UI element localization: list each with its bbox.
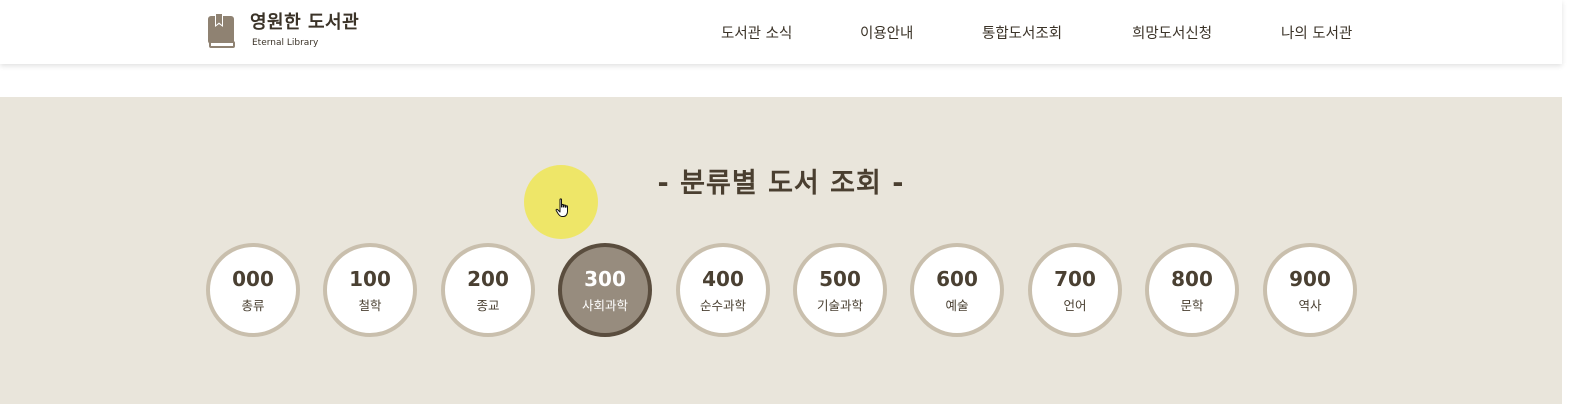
category-name: 역사 (1298, 297, 1322, 313)
book-icon (208, 13, 235, 48)
category-200-button[interactable]: 200 종교 (441, 243, 535, 337)
category-300-button[interactable]: 300 사회과학 (558, 243, 652, 337)
category-code: 000 (232, 266, 274, 291)
category-name: 언어 (1063, 297, 1087, 313)
section-title: - 분류별 도서 조회 - (657, 168, 905, 199)
logo-subtitle: Eternal Library (252, 38, 319, 48)
category-000-button[interactable]: 000 총류 (206, 243, 300, 337)
category-800-button[interactable]: 800 문학 (1145, 243, 1239, 337)
category-code: 800 (1171, 266, 1213, 291)
category-code: 100 (349, 266, 391, 291)
category-section: - 분류별 도서 조회 - 000 총류 100 철학 200 종교 300 사… (0, 97, 1562, 404)
nav-my-library[interactable]: 나의 도서관 (1281, 22, 1352, 43)
category-code: 500 (819, 266, 861, 291)
nav-book-request[interactable]: 희망도서신청 (1132, 22, 1212, 43)
category-600-button[interactable]: 600 예술 (910, 243, 1004, 337)
hand-pointer-icon (555, 198, 568, 217)
category-code: 300 (584, 266, 626, 291)
nav-library-news[interactable]: 도서관 소식 (721, 22, 792, 43)
category-name: 예술 (945, 297, 969, 313)
category-code: 200 (467, 266, 509, 291)
category-code: 700 (1054, 266, 1096, 291)
category-name: 순수과학 (699, 297, 746, 313)
category-code: 900 (1289, 266, 1331, 291)
category-name: 사회과학 (581, 297, 628, 313)
category-100-button[interactable]: 100 철학 (323, 243, 417, 337)
category-name: 철학 (358, 297, 382, 313)
category-700-button[interactable]: 700 언어 (1028, 243, 1122, 337)
window-edge (1562, 0, 1574, 404)
logo-link[interactable]: 영원한 도서관 Eternal Library (206, 13, 359, 49)
logo-title: 영원한 도서관 (250, 12, 360, 33)
category-name: 기술과학 (816, 297, 863, 313)
category-name: 문학 (1180, 297, 1204, 313)
category-code: 600 (936, 266, 978, 291)
category-name: 총류 (241, 297, 265, 313)
category-code: 400 (702, 266, 744, 291)
category-500-button[interactable]: 500 기술과학 (793, 243, 887, 337)
nav-usage-guide[interactable]: 이용안내 (860, 22, 913, 43)
category-900-button[interactable]: 900 역사 (1263, 243, 1357, 337)
category-400-button[interactable]: 400 순수과학 (676, 243, 770, 337)
nav-integrated-search[interactable]: 통합도서조회 (982, 22, 1062, 43)
category-name: 종교 (476, 297, 500, 313)
site-header: 영원한 도서관 Eternal Library 도서관 소식 이용안내 통합도서… (0, 0, 1562, 64)
